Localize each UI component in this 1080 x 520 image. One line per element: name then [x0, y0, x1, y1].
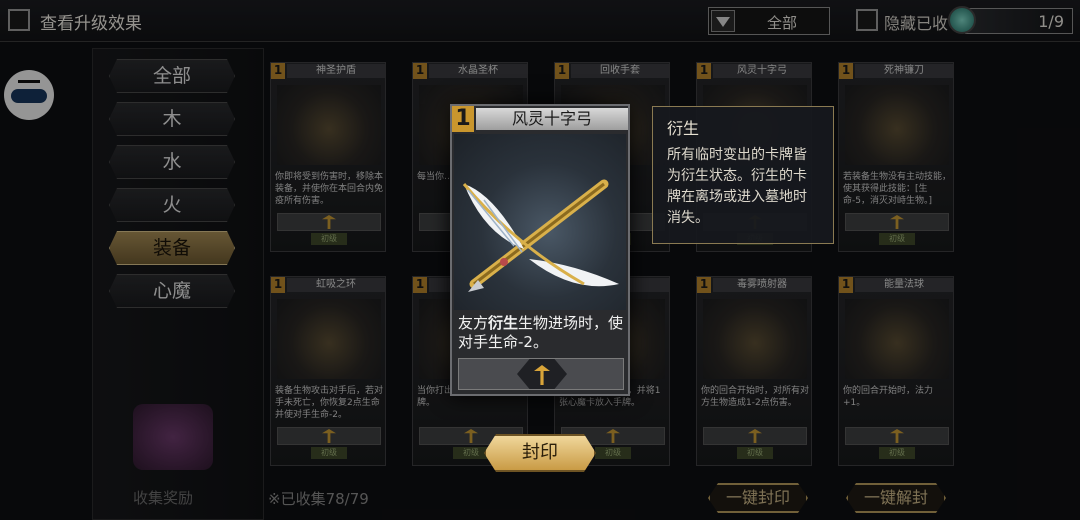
- keyword-derived[interactable]: 衍生: [488, 314, 518, 332]
- crossbow-art: [454, 134, 626, 310]
- card-name: 风灵十字弓: [476, 108, 628, 130]
- card-cost: 1: [452, 106, 474, 132]
- keyword-tooltip: 衍生 所有临时变出的卡牌皆为衍生状态。衍生的卡牌在离场或进入墓地时消失。: [652, 106, 834, 244]
- tooltip-title: 衍生: [667, 119, 700, 138]
- card-description: 友方衍生生物进场时，使对手生命-2。: [458, 314, 624, 351]
- featured-card: 1 风灵十字弓 友方衍生生物进场时，使对手生命-2。: [450, 104, 630, 396]
- seal-button[interactable]: 封印: [484, 434, 596, 472]
- tooltip-body: 所有临时变出的卡牌皆为衍生状态。衍生的卡牌在离场或进入墓地时消失。: [667, 147, 807, 226]
- card-rarity-bar: [458, 358, 624, 390]
